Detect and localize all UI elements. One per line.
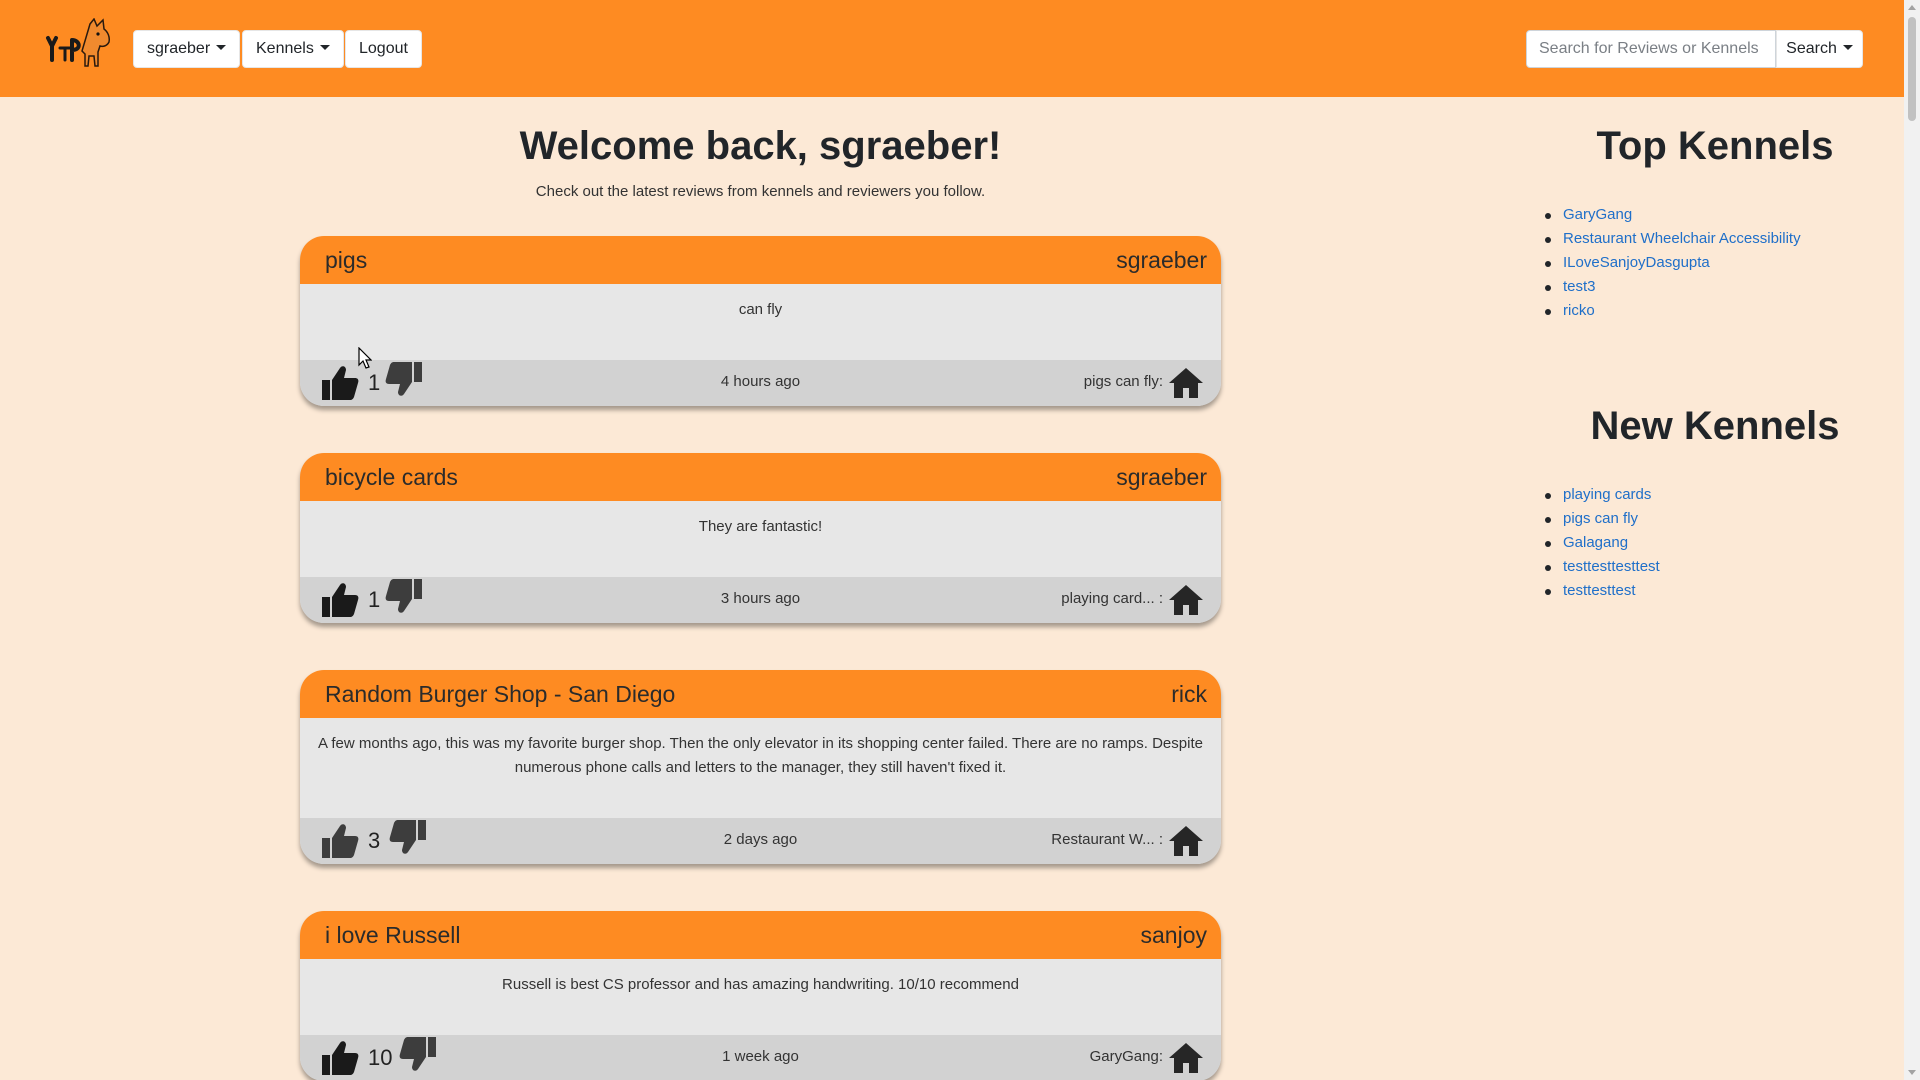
home-icon[interactable]: [1167, 824, 1205, 858]
new-kennel-link[interactable]: testtesttesttest: [1563, 558, 1660, 575]
review-header: pigs sgraeber: [300, 236, 1221, 284]
review-body: They are fantastic!: [300, 501, 1221, 577]
mouse-cursor-icon: [358, 347, 372, 369]
review-card: pigs sgraeber can fly 1 4 hours ago pigs…: [300, 236, 1221, 406]
review-kennel-link[interactable]: GaryGang:: [1090, 1048, 1163, 1065]
top-kennels-heading: Top Kennels: [1596, 124, 1834, 168]
review-card: bicycle cards sgraeber They are fantasti…: [300, 453, 1221, 623]
review-header: Random Burger Shop - San Diego rick: [300, 670, 1221, 718]
review-author[interactable]: sgraeber: [1116, 464, 1207, 491]
user-dropdown-label: sgraeber: [147, 40, 211, 57]
review-author[interactable]: sanjoy: [1141, 922, 1207, 949]
search-button-label: Search: [1786, 40, 1837, 57]
review-author[interactable]: rick: [1171, 681, 1207, 708]
top-kennels-list: GaryGang Restaurant Wheelchair Accessibi…: [1545, 206, 1801, 326]
caret-down-icon: [216, 44, 227, 50]
navbar: sgraeber Kennels Logout Search: [0, 0, 1904, 97]
review-title[interactable]: i love Russell: [325, 922, 461, 949]
list-item: testtesttest: [1545, 582, 1660, 606]
new-kennels-list: playing cards pigs can fly Galagang test…: [1545, 486, 1660, 606]
review-kennel-link[interactable]: Restaurant W... :: [1051, 831, 1163, 848]
review-kennel-link[interactable]: pigs can fly:: [1084, 373, 1163, 390]
new-kennel-link[interactable]: pigs can fly: [1563, 510, 1638, 527]
home-icon[interactable]: [1167, 583, 1205, 617]
caret-down-icon: [1842, 44, 1853, 50]
kennels-dropdown-button[interactable]: Kennels: [242, 30, 344, 68]
dog-logo-icon[interactable]: [42, 18, 112, 74]
caret-down-icon: [319, 44, 330, 50]
review-body: A few months ago, this was my favorite b…: [300, 718, 1221, 818]
top-kennel-link[interactable]: test3: [1563, 278, 1596, 295]
review-time: 1 week ago: [722, 1048, 799, 1065]
list-item: Restaurant Wheelchair Accessibility: [1545, 230, 1801, 254]
scroll-up-arrow-icon[interactable]: [1908, 5, 1916, 10]
logout-label: Logout: [359, 40, 408, 57]
review-card: i love Russell sanjoy Russell is best CS…: [300, 911, 1221, 1080]
page-scrollbar[interactable]: [1904, 0, 1920, 1080]
kennels-dropdown-label: Kennels: [256, 40, 314, 57]
review-kennel-link[interactable]: playing card... :: [1061, 590, 1163, 607]
review-body: can fly: [300, 284, 1221, 360]
list-item: ILoveSanjoyDasgupta: [1545, 254, 1801, 278]
new-kennel-link[interactable]: testtesttest: [1563, 582, 1636, 599]
scroll-thumb[interactable]: [1908, 17, 1916, 121]
list-item: ricko: [1545, 302, 1801, 326]
welcome-heading: Welcome back, sgraeber!: [519, 124, 1002, 168]
new-kennel-link[interactable]: playing cards: [1563, 486, 1651, 503]
top-kennel-link[interactable]: Restaurant Wheelchair Accessibility: [1563, 230, 1801, 247]
welcome-subtitle: Check out the latest reviews from kennel…: [535, 183, 986, 200]
list-item: Galagang: [1545, 534, 1660, 558]
review-author[interactable]: sgraeber: [1116, 247, 1207, 274]
top-kennel-link[interactable]: ricko: [1563, 302, 1595, 319]
review-header: i love Russell sanjoy: [300, 911, 1221, 959]
review-footer: 3 2 days ago Restaurant W... :: [300, 818, 1221, 864]
review-header: bicycle cards sgraeber: [300, 453, 1221, 501]
search-input[interactable]: [1526, 30, 1776, 68]
review-body: Russell is best CS professor and has ama…: [300, 959, 1221, 1035]
logout-button[interactable]: Logout: [345, 30, 422, 68]
review-card: Random Burger Shop - San Diego rick A fe…: [300, 670, 1221, 864]
new-kennels-heading: New Kennels: [1590, 404, 1840, 448]
list-item: GaryGang: [1545, 206, 1801, 230]
list-item: test3: [1545, 278, 1801, 302]
list-item: pigs can fly: [1545, 510, 1660, 534]
review-title[interactable]: pigs: [325, 247, 367, 274]
top-kennel-link[interactable]: ILoveSanjoyDasgupta: [1563, 254, 1710, 271]
user-dropdown-button[interactable]: sgraeber: [133, 30, 241, 68]
new-kennel-link[interactable]: Galagang: [1563, 534, 1628, 551]
list-item: testtesttesttest: [1545, 558, 1660, 582]
home-icon[interactable]: [1167, 1041, 1205, 1075]
review-title[interactable]: bicycle cards: [325, 464, 458, 491]
review-footer: 1 4 hours ago pigs can fly:: [300, 360, 1221, 406]
list-item: playing cards: [1545, 486, 1660, 510]
review-footer: 10 1 week ago GaryGang:: [300, 1035, 1221, 1080]
search-dropdown-button[interactable]: Search: [1776, 30, 1863, 68]
top-kennel-link[interactable]: GaryGang: [1563, 206, 1632, 223]
review-title[interactable]: Random Burger Shop - San Diego: [325, 681, 675, 708]
home-icon[interactable]: [1167, 366, 1205, 400]
scroll-down-arrow-icon[interactable]: [1908, 1070, 1916, 1075]
review-footer: 1 3 hours ago playing card... :: [300, 577, 1221, 623]
